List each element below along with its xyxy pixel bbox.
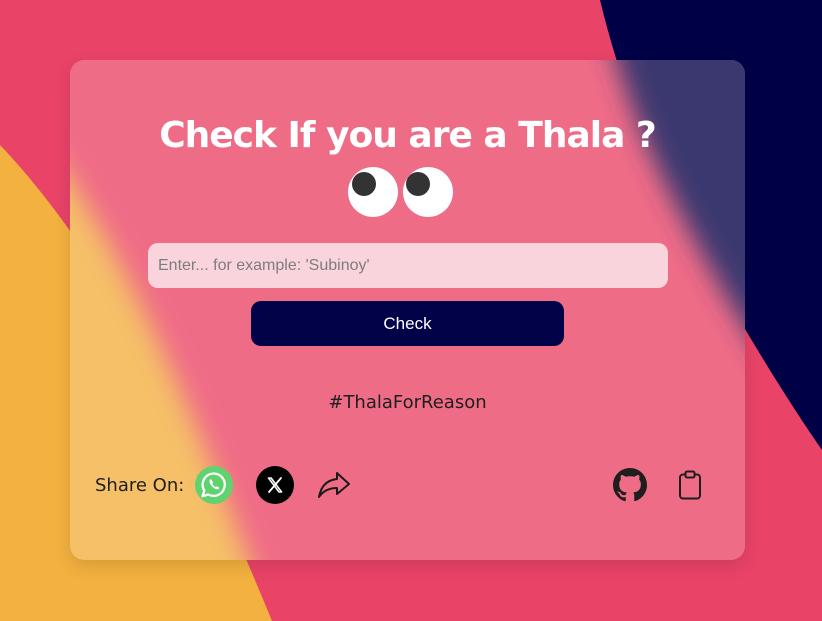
- whatsapp-share-button[interactable]: [195, 466, 233, 504]
- page-title: Check If you are a Thala ?: [159, 115, 657, 156]
- card-content: Check If you are a Thala ? Check #ThalaF…: [70, 60, 745, 560]
- clipboard-icon: [679, 470, 701, 500]
- share-on-label: Share On:: [95, 475, 185, 496]
- github-icon: [613, 468, 647, 502]
- name-input[interactable]: [148, 243, 668, 288]
- whatsapp-icon: [195, 466, 233, 504]
- check-button[interactable]: Check: [251, 301, 564, 346]
- copy-to-clipboard-button[interactable]: [673, 468, 707, 502]
- share-button[interactable]: [315, 466, 353, 504]
- hashtag-text: #ThalaForReason: [328, 392, 487, 413]
- eyes-icon: [348, 167, 453, 217]
- x-icon: [256, 466, 294, 504]
- github-button[interactable]: [613, 468, 647, 502]
- x-share-button[interactable]: [256, 466, 294, 504]
- thala-card: Check If you are a Thala ? Check #ThalaF…: [70, 60, 745, 560]
- share-arrow-icon: [318, 472, 350, 498]
